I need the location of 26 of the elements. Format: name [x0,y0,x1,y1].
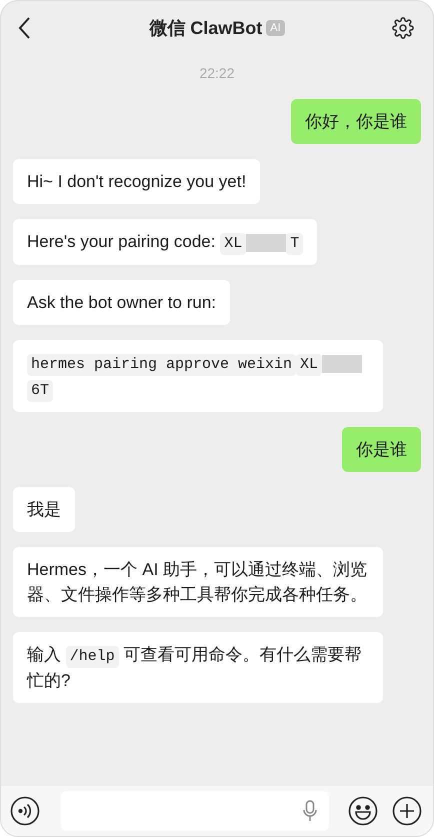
message-text: Hi~ I don't recognize you yet! [27,172,246,191]
code-text: /help [66,646,119,668]
message-input[interactable] [61,791,329,831]
code-text: 6T [27,380,54,402]
ai-badge: AI [266,20,285,36]
back-icon [17,16,31,40]
message-text: 你好，你是谁 [305,112,407,131]
code-text: XL [296,354,322,376]
message-text: Ask the bot owner to run: [27,293,216,312]
message-text: 输入 /help 可查看可用命令。有什么需要帮忙的? [27,645,362,690]
code-text: hermes pairing approve weixin [27,354,296,376]
chat-title: 微信 ClawBot [149,16,262,40]
smiley-icon [348,796,378,826]
plus-icon [392,796,422,826]
voice-button[interactable] [9,795,41,827]
timestamp: 22:22 [199,64,235,83]
settings-icon [392,17,414,39]
code-text: T [286,233,304,255]
code-text: XL [220,233,246,255]
message-text: 我是 [27,500,61,519]
microphone-icon [303,800,317,822]
voice-icon [10,796,40,826]
message-text: Hermes，一个 AI 助手，可以通过终端、浏览器、文件操作等多种工具帮你完成各种任务。 [27,560,368,604]
message-text: 你是谁 [356,440,407,459]
redacted-block [322,354,362,373]
redacted-block [246,234,286,252]
